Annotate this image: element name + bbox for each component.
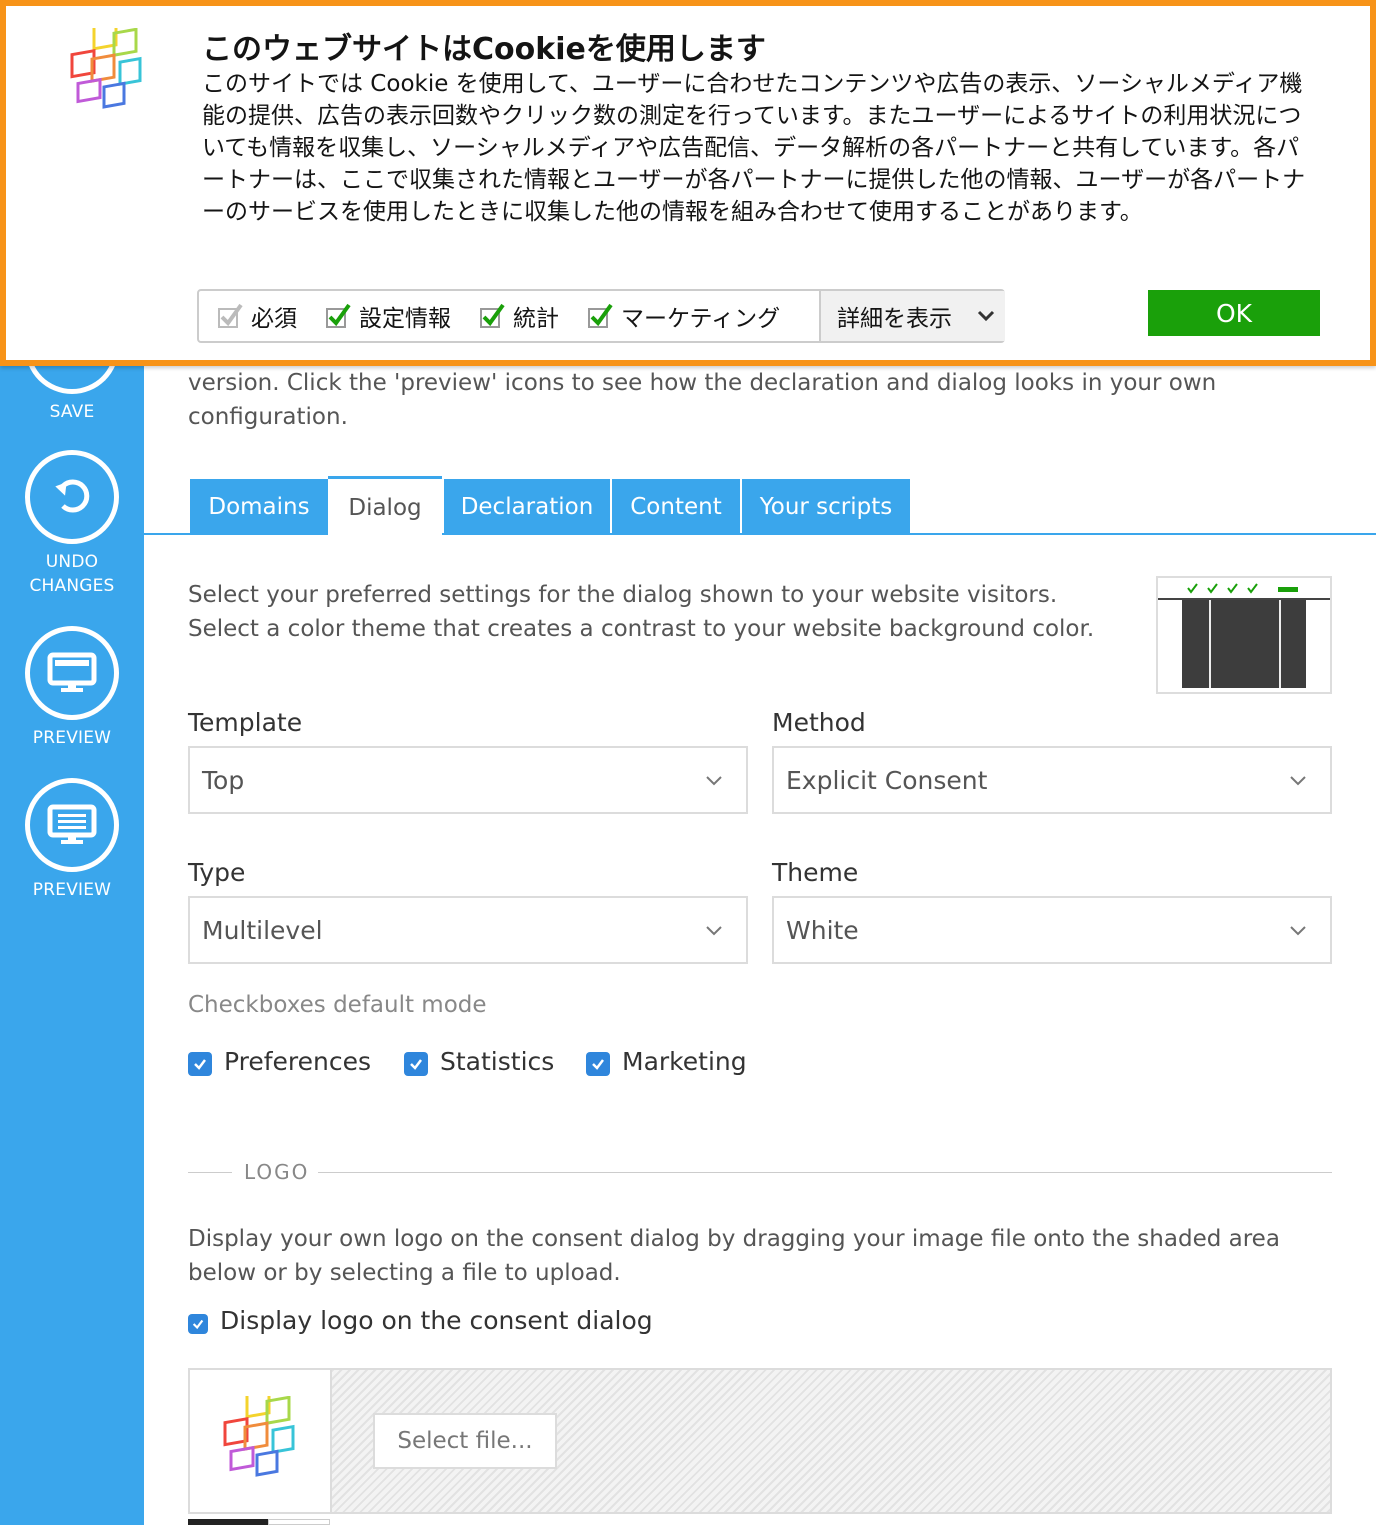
consent-preferences[interactable]: 設定情報 — [325, 299, 451, 333]
logo-drop-zone[interactable]: Select file... — [188, 1368, 1332, 1514]
method-label: Method — [772, 708, 866, 737]
method-select[interactable]: Explicit Consent — [772, 746, 1332, 814]
checkbox-checked-icon — [480, 303, 505, 328]
template-value: Top — [202, 765, 245, 795]
checkbox-marketing[interactable]: Marketing — [586, 1046, 747, 1076]
monitor-text-icon — [25, 778, 119, 872]
intro-text: version. Click the 'preview' icons to se… — [188, 370, 1217, 430]
chevron-down-icon — [706, 926, 722, 936]
template-select[interactable]: Top — [188, 746, 748, 814]
consent-options-bar: 必須 設定情報 統計 マーケティング 詳細を表示 — [197, 289, 1005, 343]
type-select[interactable]: Multilevel — [188, 896, 748, 964]
tab-content[interactable]: Content — [612, 479, 740, 535]
checkbox-checked-icon[interactable] — [404, 1052, 428, 1076]
checkbox-disabled-icon — [218, 303, 243, 328]
consent-marketing-label: マーケティング — [621, 306, 781, 332]
chevron-down-icon — [977, 310, 995, 322]
dialog-description: Select your preferred settings for the d… — [188, 582, 1095, 642]
display-logo-checkbox[interactable]: Display logo on the consent dialog — [188, 1306, 653, 1335]
show-details-button[interactable]: 詳細を表示 — [819, 291, 1005, 341]
tab-dialog[interactable]: Dialog — [328, 476, 442, 536]
preview-dialog-button[interactable]: PREVIEW — [0, 626, 144, 750]
preview-label-1: PREVIEW — [32, 728, 112, 748]
chevron-down-icon — [706, 776, 722, 786]
display-logo-label: Display logo on the consent dialog — [220, 1306, 653, 1335]
checkbox-preferences[interactable]: Preferences — [188, 1046, 371, 1076]
undo-changes-button[interactable]: UNDO CHANGES — [0, 450, 144, 598]
logo-section-title: LOGO — [244, 1160, 310, 1184]
checkbox-checked-icon[interactable] — [188, 1052, 212, 1076]
undo-label-line1: UNDO — [45, 552, 99, 572]
undo-label-line2: CHANGES — [29, 576, 115, 596]
consent-marketing[interactable]: マーケティング — [587, 299, 780, 333]
preview-label-2: PREVIEW — [32, 880, 112, 900]
cookie-consent-banner: このウェブサイトはCookieを使用します このサイトでは Cookie を使用… — [0, 0, 1376, 366]
bottom-strip — [188, 1519, 268, 1525]
consent-preferences-label: 設定情報 — [359, 306, 451, 332]
checkbox-statistics-label: Statistics — [440, 1046, 555, 1076]
chevron-down-icon — [1290, 926, 1306, 936]
checkboxes-default-mode-label: Checkboxes default mode — [188, 992, 487, 1018]
method-value: Explicit Consent — [786, 765, 988, 795]
tab-domains[interactable]: Domains — [190, 479, 328, 535]
checkbox-checked-icon[interactable] — [586, 1052, 610, 1076]
cookiebot-logo-icon — [64, 21, 150, 124]
checkbox-checked-icon — [588, 303, 613, 328]
tab-your-scripts[interactable]: Your scripts — [742, 479, 910, 535]
cookie-banner-title: このウェブサイトはCookieを使用します — [202, 32, 766, 67]
consent-necessary-label: 必須 — [251, 306, 297, 332]
logo-section-divider: LOGO — [188, 1160, 1332, 1184]
theme-select[interactable]: White — [772, 896, 1332, 964]
monitor-icon — [25, 626, 119, 720]
dialog-template-thumbnail — [1156, 576, 1332, 694]
template-label: Template — [188, 708, 303, 737]
undo-icon — [25, 450, 119, 544]
tab-declaration[interactable]: Declaration — [444, 479, 610, 535]
bottom-strip-2 — [268, 1519, 330, 1525]
consent-statistics-label: 統計 — [513, 306, 559, 332]
chevron-down-icon — [1290, 776, 1306, 786]
show-details-label: 詳細を表示 — [837, 306, 952, 332]
save-label: SAVE — [49, 402, 95, 422]
theme-value: White — [786, 915, 859, 945]
checkbox-statistics[interactable]: Statistics — [404, 1046, 554, 1076]
checkbox-preferences-label: Preferences — [224, 1046, 372, 1076]
checkbox-checked-icon — [326, 303, 351, 328]
logo-description: Display your own logo on the consent dia… — [188, 1226, 1280, 1286]
cookie-banner-text: このサイトでは Cookie を使用して、ユーザーに合わせたコンテンツや広告の表… — [202, 71, 1306, 225]
logo-preview — [190, 1370, 332, 1512]
cookiebot-logo-icon — [223, 1396, 295, 1477]
type-label: Type — [188, 858, 246, 887]
consent-necessary[interactable]: 必須 — [217, 299, 297, 333]
checkbox-checked-icon[interactable] — [188, 1313, 208, 1334]
type-value: Multilevel — [202, 915, 323, 945]
select-file-button[interactable]: Select file... — [373, 1413, 557, 1469]
checkbox-marketing-label: Marketing — [622, 1046, 747, 1076]
ok-button[interactable]: OK — [1148, 290, 1320, 336]
theme-label: Theme — [772, 858, 859, 887]
consent-statistics[interactable]: 統計 — [479, 299, 559, 333]
preview-declaration-button[interactable]: PREVIEW — [0, 778, 144, 902]
